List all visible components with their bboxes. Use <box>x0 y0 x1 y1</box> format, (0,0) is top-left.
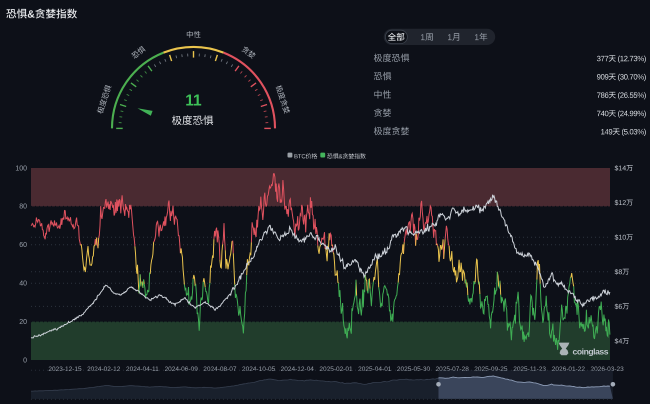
svg-text:2024-06-09: 2024-06-09 <box>165 366 199 373</box>
svg-text:80: 80 <box>19 204 27 211</box>
svg-text:0: 0 <box>23 357 27 364</box>
svg-text:11: 11 <box>185 93 202 110</box>
svg-text:40: 40 <box>19 281 27 288</box>
svg-text:2024-04-11: 2024-04-11 <box>126 366 159 373</box>
svg-text:2024-10-05: 2024-10-05 <box>242 366 276 373</box>
svg-text:coinglass: coinglass <box>573 347 609 357</box>
svg-text:20: 20 <box>19 319 27 326</box>
svg-text:2024-08-07: 2024-08-07 <box>203 366 237 373</box>
svg-text:2024-12-04: 2024-12-04 <box>281 366 315 373</box>
svg-text:2025-04-01: 2025-04-01 <box>358 366 392 373</box>
svg-text:2025-05-30: 2025-05-30 <box>397 366 431 373</box>
svg-text:2023-12-15: 2023-12-15 <box>48 366 82 373</box>
svg-text:60: 60 <box>19 242 27 249</box>
svg-text:2025-02-01: 2025-02-01 <box>319 366 353 373</box>
svg-text:100: 100 <box>15 165 27 172</box>
svg-text:2024-02-12: 2024-02-12 <box>87 366 121 373</box>
